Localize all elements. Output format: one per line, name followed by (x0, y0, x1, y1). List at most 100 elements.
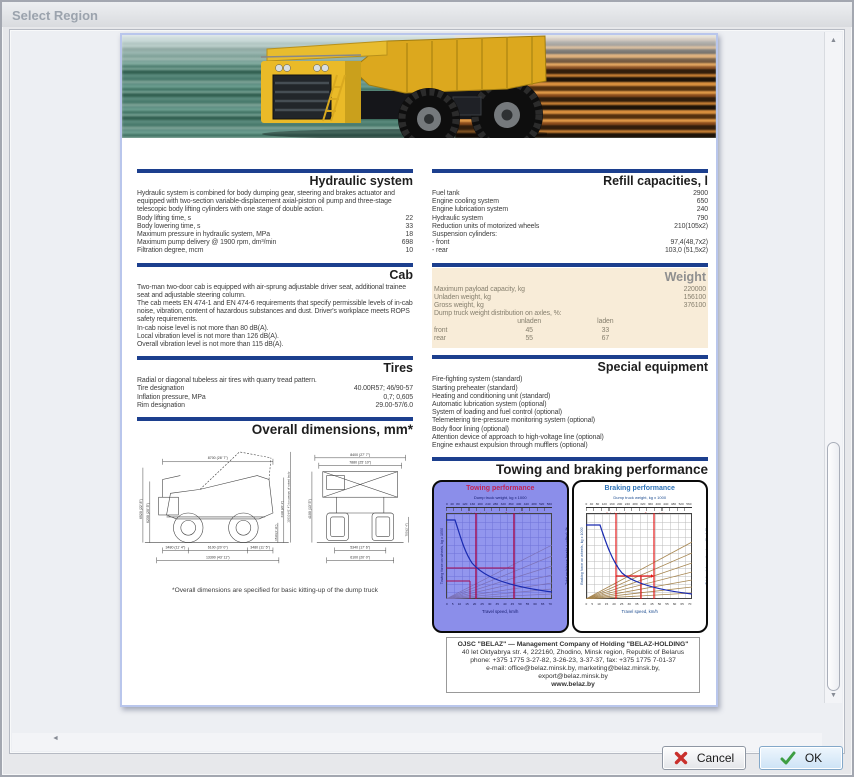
company-name: OJSC "BELAZ" — Management Company of Hol… (457, 641, 689, 649)
top-axis-ticks: 0 40 80 120 160 200 240 280 320 360 400 440 480 520 56… (585, 502, 692, 507)
cancel-x-icon (674, 751, 688, 765)
svg-text:8400 (27' 7"): 8400 (27' 7") (350, 453, 370, 457)
top-axis-ruler (585, 507, 692, 513)
spec-row: Inflation pressure, MPa 0,7; 0,605 (137, 393, 413, 401)
svg-text:3480 (11' 4"): 3480 (11' 4") (166, 546, 186, 550)
spec-row: Reduction units of motorized wheels 210(1… (432, 222, 708, 230)
spec-row: Suspension cylinders: (432, 231, 497, 239)
section-paragraph: Hydraulic system is combined for body du… (137, 190, 395, 214)
text-line: In-cab noise level is not more than 80 d… (137, 324, 269, 332)
spec-table: Tire designation 40.00R57; 46/90-57 Inflat… (137, 385, 413, 410)
spec-row: Rim designation 29.00-57/6.0 (137, 401, 413, 409)
equipment-item: Attention device of approach to high-vol… (432, 433, 604, 441)
equipment-item: Telemetering tire-pressure monitoring sy… (432, 417, 596, 425)
left-axis-label: Towing force on wheels, kg x 1000 (440, 527, 444, 585)
side-view-drawing: 8700 (28' 7") 6920 (22' 8") 6230 (20' 5"… (139, 451, 291, 564)
section-overall-dimensions: Overall dimensions, mm* 8700 (28' 7") 69… (137, 417, 413, 594)
col-unladen: unladen (517, 318, 542, 326)
text-line: Two-man two-door cab is equipped with ai… (137, 283, 406, 299)
vertical-scrollbar[interactable]: ▲ ▼ (824, 32, 842, 703)
dialog-titlebar[interactable]: Select Region (2, 2, 852, 27)
bottom-axis-ticks: 0 5 10 15 20 25 30 35 40 45 50 55 60 65 70 (585, 602, 692, 607)
cancel-button[interactable]: Cancel (662, 746, 746, 770)
spec-row: Maximum pump delivery @ 1900 rpm, dm³/mi… (137, 239, 413, 247)
weight-table: front 45 33 rear 55 67 (434, 327, 706, 344)
equipment-item: Fire-fighting system (standard) (432, 376, 523, 384)
weight-table-row: rear 55 67 (434, 335, 610, 343)
dump-truck-illustration (260, 35, 547, 138)
section-title: Refill capacities, l (603, 174, 708, 188)
company-website: www.belaz.by (551, 681, 595, 689)
chart-plot (585, 513, 692, 600)
braking-performance-chart: Braking performance Dump truck weight, k… (571, 480, 708, 634)
equipment-item: Automatic lubrication system (optional) (432, 400, 547, 408)
equipment-list: Fire-fighting system (standard) Starting … (432, 376, 708, 450)
section-title: Tires (383, 361, 413, 376)
performance-charts: Towing performance Dump truck weight, kg… (432, 480, 708, 634)
chart-title: Towing performance (466, 485, 535, 493)
top-axis-label: Dump truck weight, kg x 1000 (613, 495, 667, 501)
document-page[interactable]: Hydraulic system Hydraulic system is com… (120, 33, 718, 707)
spec-row: Tire designation 40.00R57; 46/90-57 (137, 385, 413, 393)
spec-row: Fuel tank 2900 (432, 190, 708, 197)
svg-text:700 (2' 4"): 700 (2' 4") (404, 523, 408, 536)
weight-block: Weight Maximum payload capacity, kg 22000… (432, 267, 708, 349)
svg-text:6140 (20' 2"): 6140 (20' 2") (280, 501, 284, 518)
cancel-label: Cancel (696, 751, 735, 765)
chart-plot (446, 513, 552, 600)
dialog-button-bar: Cancel OK (662, 746, 843, 770)
equipment-item: Heating and conditioning unit (standard) (432, 392, 551, 400)
section-divider-bar (137, 417, 413, 422)
spec-table: Maximum payload capacity, kg 220000 Unlade… (434, 286, 706, 311)
section-divider-bar (432, 262, 708, 267)
company-phone: phone: +375 1775 3-27-82, 3-26-23, 3-37-… (470, 657, 676, 665)
spec-table: Body lifting time, s 22 Body lowering time… (137, 215, 413, 256)
spec-row: Maximum pressure in hydraulic system, MP… (137, 231, 413, 239)
top-axis-label: Dump truck weight, kg x 1000 (473, 495, 527, 501)
dimension-drawings: 8700 (28' 7") 6920 (22' 8") 6230 (20' 5"… (137, 447, 413, 579)
left-axis-label: Braking force on wheels, kg x 1000 (579, 527, 584, 585)
dimensions-footnote: *Overall dimensions are specified for ba… (172, 587, 378, 595)
equipment-item: System of loading and fuel control (opti… (432, 409, 562, 417)
svg-text:1510 (4' 11"): 1510 (4' 11") (274, 525, 278, 541)
section-title: Weight (664, 269, 706, 284)
top-axis-ruler (446, 507, 552, 513)
spec-row: Engine cooling system 650 (432, 198, 708, 206)
text-line: Overall vibration level is not more than… (137, 341, 284, 349)
section-tires: Tires Radial or diagonal tubeless air ti… (137, 356, 413, 410)
distribution-label: Dump truck weight distribution on axles,… (434, 310, 562, 318)
section-weight: Weight Maximum payload capacity, kg 22000… (432, 262, 708, 349)
svg-text:3480 (11' 5"): 3480 (11' 5") (250, 546, 270, 550)
right-column: Refill capacities, l Fuel tank 2900 Engine… (432, 138, 708, 700)
svg-text:4100 (13' 5"): 4100 (13' 5") (308, 499, 312, 519)
svg-text:7880 (25' 10"): 7880 (25' 10") (349, 461, 371, 465)
section-divider-bar (432, 169, 708, 173)
right-axis-label: Total resistance (grade + rolling), % (565, 527, 569, 586)
section-divider-bar (432, 457, 708, 462)
bottom-axis-ticks: 0 5 10 15 20 25 30 35 40 45 50 55 60 65 70 (446, 602, 552, 607)
vertical-scrollbar-thumb[interactable] (827, 442, 840, 691)
spec-row: Unladen weight, kg 156100 (434, 293, 706, 301)
svg-text:6230 (20' 5"): 6230 (20' 5") (146, 503, 150, 523)
company-contact-box: OJSC "BELAZ" — Management Company of Hol… (446, 637, 700, 694)
spec-row: Body lifting time, s 22 (137, 214, 413, 222)
scroll-left-icon[interactable]: ◄ (52, 735, 59, 742)
spec-row: Gross weight, kg 376100 (434, 302, 706, 310)
ok-label: OK (804, 751, 823, 765)
section-divider-bar (137, 169, 413, 173)
section-title: Special equipment (597, 360, 708, 375)
spec-row: Hydraulic system 790 (432, 214, 708, 222)
ok-button[interactable]: OK (759, 746, 843, 770)
top-axis-ticks: 0 40 80 120 160 200 240 280 320 360 400 440 480 520 56… (446, 502, 552, 507)
rear-view-drawing: 8400 (27' 7") 7880 (25' 10") 4100 (13' 5… (308, 453, 409, 564)
equipment-item: Engine exhaust expulsion through muffler… (432, 441, 588, 449)
spec-table: Fuel tank 2900 Engine cooling system 650 Eng… (432, 190, 708, 256)
scroll-up-icon[interactable]: ▲ (825, 34, 842, 48)
section-title: Cab (389, 267, 413, 282)
scroll-down-icon[interactable]: ▼ (825, 689, 842, 703)
spec-row: Filtration degree, mcm 10 (137, 247, 413, 255)
col-laden: laden (597, 318, 614, 326)
text-line: The cab meets EN 474-1 and EN 474-6 requ… (137, 300, 413, 324)
spec-row: - front 97,4(48,7x2) (432, 239, 708, 247)
section-hydraulic-system: Hydraulic system Hydraulic system is com… (137, 169, 413, 256)
